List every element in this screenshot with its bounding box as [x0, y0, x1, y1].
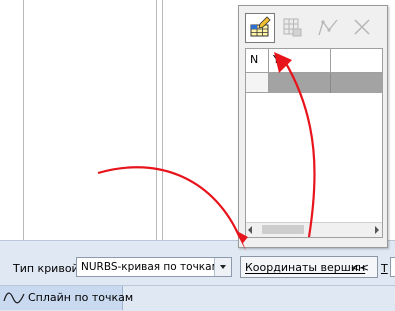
tab-spline-by-points[interactable]: Сплайн по точкам — [0, 286, 133, 310]
scroll-left-icon[interactable] — [248, 226, 252, 234]
column-header-label: Y — [273, 53, 280, 66]
vertical-divider — [156, 0, 157, 240]
t-parameter-label: T — [381, 262, 388, 275]
table-cell[interactable] — [331, 73, 382, 93]
delete-button[interactable] — [347, 13, 377, 43]
collapse-button[interactable]: << — [351, 261, 369, 274]
polyline-button[interactable] — [313, 13, 343, 43]
horizontal-scrollbar[interactable] — [246, 222, 382, 237]
vertical-divider — [162, 0, 163, 240]
polyline-icon — [317, 16, 339, 41]
table-grid-icon — [281, 16, 303, 41]
edit-table-button[interactable] — [245, 13, 275, 43]
column-header-y[interactable]: Y — [269, 49, 331, 73]
vertex-coordinates-panel: N Y — [238, 5, 388, 248]
curve-type-label: Тип кривой — [13, 262, 79, 275]
edit-table-icon — [248, 15, 272, 41]
chevron-down-icon[interactable] — [214, 258, 231, 276]
coordinates-grid[interactable]: N Y — [245, 48, 383, 238]
panel-toolbar — [245, 13, 381, 43]
column-header-extra — [331, 49, 383, 73]
scroll-right-icon[interactable] — [375, 226, 379, 234]
table-row[interactable] — [246, 73, 382, 93]
tab-spline-label: Сплайн по точкам — [28, 291, 134, 304]
table-grid-button[interactable] — [277, 13, 307, 43]
vertical-divider — [23, 0, 24, 240]
vertex-coordinates-label: Координаты вершин — [245, 261, 366, 274]
spline-curve-icon — [3, 291, 25, 308]
delete-icon — [351, 16, 373, 41]
row-header-cell[interactable] — [246, 73, 269, 93]
t-parameter-field[interactable] — [390, 257, 395, 277]
scrollbar-thumb[interactable] — [262, 225, 304, 234]
column-header-n[interactable]: N — [246, 49, 269, 73]
column-header-label: N — [250, 53, 259, 66]
table-cell[interactable] — [269, 73, 331, 93]
curve-type-select[interactable]: NURBS-кривая по точкам — [76, 257, 232, 277]
curve-type-value: NURBS-кривая по точкам — [81, 261, 220, 273]
vertex-coordinates-button[interactable]: Координаты вершин << — [240, 256, 378, 278]
